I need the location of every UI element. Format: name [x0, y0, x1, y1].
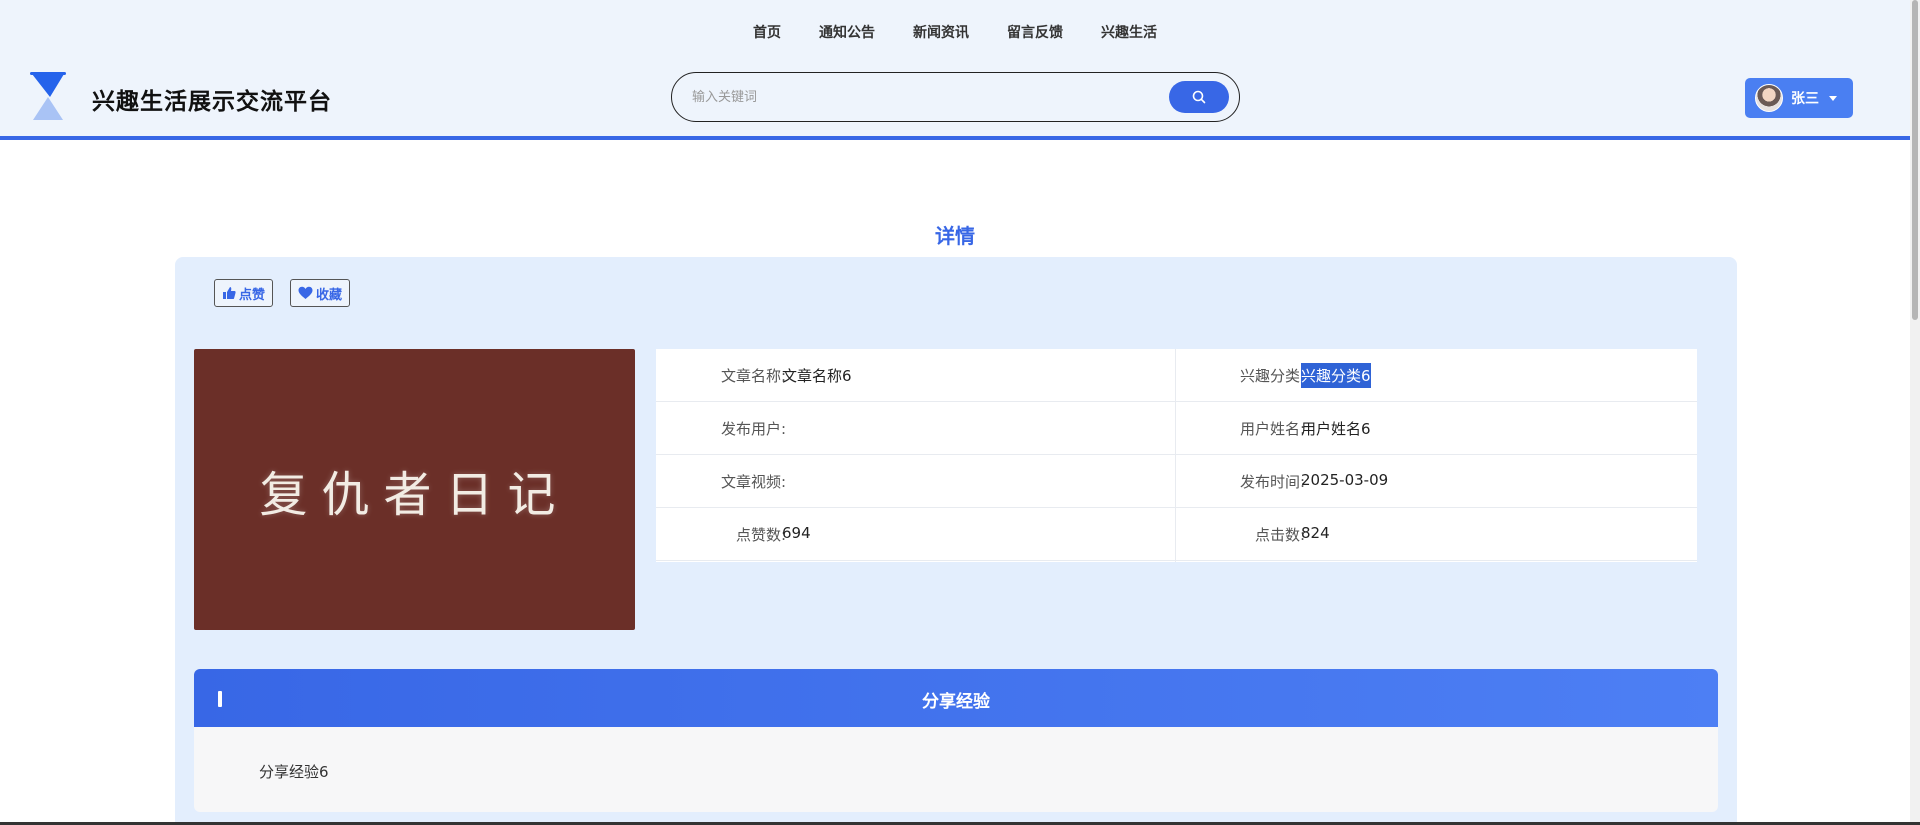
likes-count-label: 点赞数:	[735, 526, 786, 544]
like-label: 点赞	[239, 287, 266, 303]
likes-count-value: 694	[782, 524, 811, 542]
search-input[interactable]	[692, 85, 1152, 109]
site-header: 首页 通知公告 新闻资讯 留言反馈 兴趣生活 兴趣生活展示交流平台 张三	[0, 0, 1920, 140]
like-button[interactable]: 点赞	[214, 279, 274, 307]
cover-title-text: 复仇者日记	[259, 466, 570, 523]
share-experience-header: 分享经验	[194, 669, 1718, 727]
search-icon	[1192, 90, 1206, 104]
heart-icon	[298, 286, 313, 299]
clicks-count-value: 824	[1301, 524, 1330, 542]
article-cover-image: 复仇者日记	[194, 349, 635, 630]
info-row: 发布用户: 用户姓名: 用户姓名6	[656, 402, 1697, 455]
hourglass-icon[interactable]	[28, 72, 68, 122]
category-value: 兴趣分类6	[1301, 363, 1371, 388]
nav-item-feedback[interactable]: 留言反馈	[1007, 22, 1063, 42]
avatar	[1755, 84, 1783, 112]
scrollbar-thumb[interactable]	[1912, 0, 1918, 320]
nav-item-news[interactable]: 新闻资讯	[913, 22, 969, 42]
clicks-count-label: 点击数:	[1254, 526, 1305, 544]
share-experience-card: 分享经验 分享经验6	[194, 669, 1718, 812]
info-row: 文章名称: 文章名称6 兴趣分类: 兴趣分类6	[656, 349, 1697, 402]
thumbs-up-icon	[223, 287, 236, 299]
share-experience-title: 分享经验	[922, 692, 990, 712]
search-button[interactable]	[1169, 81, 1229, 113]
user-menu-button[interactable]: 张三	[1745, 78, 1853, 118]
share-experience-content: 分享经验6	[259, 763, 329, 781]
publish-time-value: 2025-03-09	[1301, 471, 1389, 489]
user-fullname-value: 用户姓名6	[1301, 420, 1371, 438]
site-title[interactable]: 兴趣生活展示交流平台	[92, 82, 332, 116]
article-info-table: 文章名称: 文章名称6 兴趣分类: 兴趣分类6 发布用户: 用户姓名: 用户姓名…	[656, 349, 1697, 562]
user-name: 张三	[1791, 91, 1819, 107]
top-nav: 首页 通知公告 新闻资讯 留言反馈 兴趣生活	[0, 22, 1910, 42]
info-row: 文章视频: 发布时间: 2025-03-09	[656, 455, 1697, 508]
info-row: 点赞数: 694 点击数: 824	[656, 508, 1697, 561]
nav-item-interest-life[interactable]: 兴趣生活	[1101, 22, 1157, 42]
caret-down-icon	[1829, 95, 1837, 101]
publisher-label: 发布用户:	[720, 420, 786, 438]
page-title: 详情	[935, 224, 975, 248]
search-bar	[671, 72, 1240, 122]
publish-time-label: 发布时间:	[1239, 473, 1305, 491]
nav-item-home[interactable]: 首页	[753, 22, 781, 42]
article-name-value: 文章名称6	[782, 367, 852, 385]
favorite-button[interactable]: 收藏	[290, 279, 351, 307]
category-label: 兴趣分类:	[1239, 367, 1305, 385]
article-name-label: 文章名称:	[720, 367, 786, 385]
nav-item-notices[interactable]: 通知公告	[819, 22, 875, 42]
favorite-label: 收藏	[316, 287, 343, 303]
user-fullname-label: 用户姓名:	[1239, 420, 1305, 438]
video-label: 文章视频:	[720, 473, 786, 491]
